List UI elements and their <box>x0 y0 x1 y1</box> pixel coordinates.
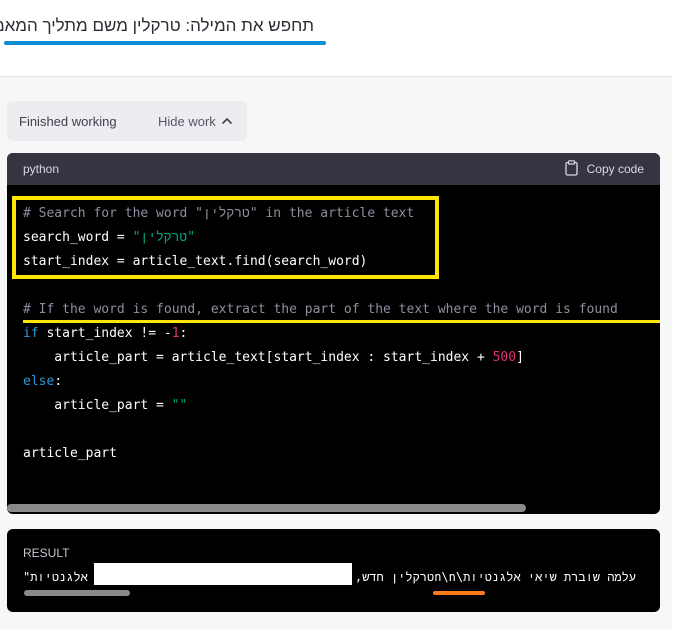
code-token: article_part = article_text[start_index … <box>23 350 493 365</box>
yellow-highlight-underline <box>23 320 660 323</box>
chevron-up-icon[interactable] <box>221 115 233 127</box>
code-language-label: python <box>23 162 60 176</box>
page-scroll-edge <box>672 0 682 630</box>
work-status-label: Finished working <box>19 114 117 129</box>
code-number: 1 <box>171 326 180 341</box>
code-header: python Copy code <box>7 153 660 185</box>
user-message-area: תחפש את המילה: טרקלין משם מתליך המאמר <box>0 0 672 77</box>
code-line-8: else: <box>23 373 62 391</box>
code-line-11: article_part <box>23 446 117 461</box>
work-toggle[interactable]: Finished working Hide work <box>7 101 247 141</box>
code-string: "" <box>171 398 188 413</box>
code-line-7: article_part = article_text[start_index … <box>23 349 524 367</box>
code-token: article_part = <box>23 398 172 413</box>
hide-work-button[interactable]: Hide work <box>158 114 216 129</box>
result-block: RESULT עלמה שוברת שיאי אלגנטיות\n\nטרקלי… <box>7 529 660 612</box>
yellow-highlight-box <box>12 196 439 279</box>
blue-highlight-underline <box>4 41 326 45</box>
code-number: 500 <box>492 350 517 365</box>
code-line-6: if start_index != -1: <box>23 325 187 343</box>
result-label: RESULT <box>23 546 70 560</box>
horizontal-scrollbar[interactable] <box>7 504 526 512</box>
clipboard-icon[interactable] <box>565 160 578 176</box>
code-line-9: article_part = "" <box>23 397 187 415</box>
redaction-box <box>94 563 352 585</box>
orange-highlight-underline <box>433 591 485 595</box>
code-token: : <box>54 374 63 389</box>
result-scrollbar[interactable] <box>24 590 130 596</box>
code-block: python Copy code # Search for the word "… <box>7 153 660 514</box>
code-token: ] <box>516 350 524 365</box>
code-line-5: # If the word is found, extract the part… <box>23 302 618 317</box>
code-token: start_index != - <box>38 326 172 341</box>
user-message: תחפש את המילה: טרקלין משם מתליך המאמר <box>0 16 314 35</box>
copy-code-button[interactable]: Copy code <box>587 162 644 176</box>
code-token: : <box>179 326 188 341</box>
code-keyword: else <box>23 374 55 389</box>
result-output-text: עלמה שוברת שיאי אלגנטיות\n\nטרקלין חדש, … <box>340 570 637 584</box>
code-keyword: if <box>23 326 39 341</box>
